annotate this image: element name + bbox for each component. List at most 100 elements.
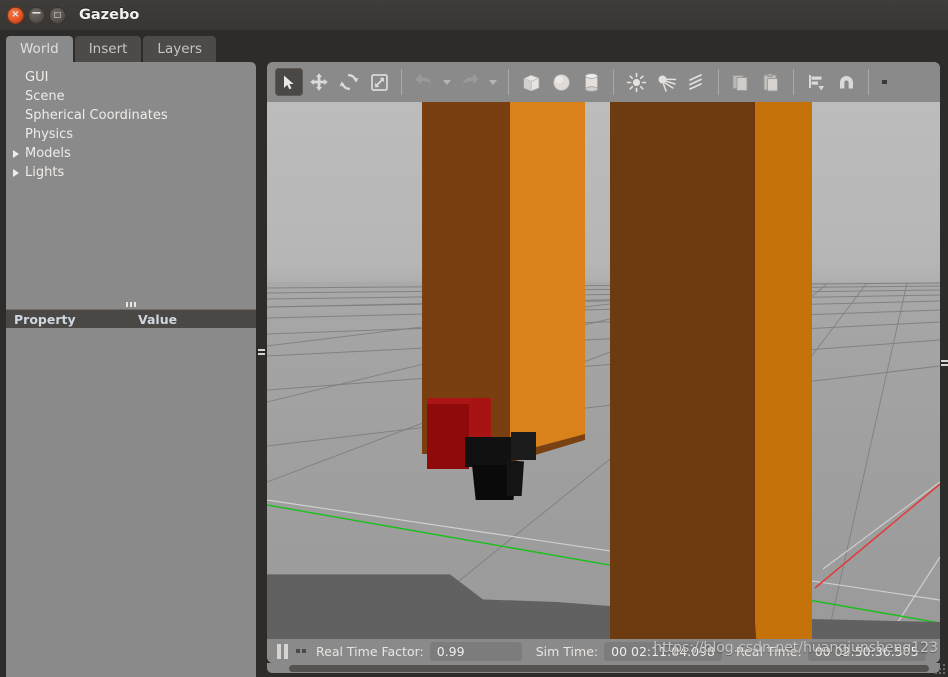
gripper-upper-front[interactable]: [465, 437, 511, 467]
step-button[interactable]: [296, 649, 306, 653]
align-icon: [808, 74, 824, 90]
grip-dot: [134, 302, 136, 307]
expand-arrow-icon[interactable]: [11, 167, 23, 179]
paste-button[interactable]: [757, 68, 785, 96]
tree-item-gui[interactable]: GUI: [6, 68, 256, 87]
3d-viewport[interactable]: [267, 102, 940, 639]
gazebo-window: × − □ Gazebo World Insert Layers GUI Sce…: [0, 0, 948, 677]
real-time-factor-label: Real Time Factor:: [316, 643, 424, 659]
tree-item-label: GUI: [25, 70, 49, 85]
select-mode-button[interactable]: [275, 68, 303, 96]
tree-item-lights[interactable]: Lights: [6, 163, 256, 182]
insert-cylinder-button[interactable]: [577, 68, 605, 96]
scale-icon: [370, 73, 388, 91]
expand-arrow-icon: [11, 129, 23, 141]
status-scroll-thumb[interactable]: [289, 665, 929, 672]
expand-arrow-icon: [11, 91, 23, 103]
real-time-value: 00 02:50:36.505: [807, 641, 926, 661]
pause-icon: [284, 643, 288, 659]
insert-directional-light-button[interactable]: [682, 68, 710, 96]
arrow-cursor-icon: [283, 75, 294, 89]
tree-item-models[interactable]: Models: [6, 144, 256, 163]
property-table-body[interactable]: [6, 328, 256, 677]
chevron-down-icon: [443, 79, 451, 85]
value-column-header[interactable]: Value: [138, 312, 177, 327]
grip-dot: [130, 302, 132, 307]
red-box-front-face[interactable]: [427, 404, 469, 469]
cylinder-icon: [584, 72, 598, 92]
background-column-front-face[interactable]: [610, 102, 755, 639]
gripper-upper-side[interactable]: [511, 432, 536, 460]
tree-item-label: Physics: [25, 127, 74, 142]
pause-button[interactable]: [277, 643, 288, 659]
tree-item-label: Lights: [25, 165, 65, 180]
close-icon: ×: [11, 9, 20, 20]
close-window-button[interactable]: ×: [7, 6, 24, 24]
toolbar-separator: [793, 69, 794, 95]
simulation-status-bar: Real Time Factor: 0.99 Sim Time: 00 02:1…: [267, 639, 940, 663]
window-titlebar: × − □ Gazebo: [0, 0, 948, 30]
toolbar-separator: [401, 69, 402, 95]
sim-time-value: 00 02:11:04.098: [604, 641, 722, 661]
snap-button[interactable]: [832, 68, 860, 96]
undo-dropdown-button[interactable]: [440, 68, 454, 96]
rotate-mode-button[interactable]: [335, 68, 363, 96]
expand-arrow-icon: [11, 110, 23, 122]
point-light-icon: [626, 72, 646, 92]
window-controls: × − □: [0, 6, 66, 24]
align-button[interactable]: [802, 68, 830, 96]
scale-mode-button[interactable]: [365, 68, 393, 96]
maximize-window-button[interactable]: □: [49, 6, 66, 24]
toolbar-overflow-button[interactable]: [877, 80, 891, 84]
expand-arrow-icon[interactable]: [11, 148, 23, 160]
redo-arrow-icon: [463, 73, 479, 85]
chevron-down-icon: [489, 79, 497, 85]
expand-arrow-icon: [11, 72, 23, 84]
redo-dropdown-button[interactable]: [486, 68, 500, 96]
window-title: Gazebo: [79, 7, 140, 23]
splitter-grip-icon: [940, 359, 948, 366]
insert-point-light-button[interactable]: [622, 68, 650, 96]
tab-layers[interactable]: Layers: [143, 36, 217, 62]
copy-button[interactable]: [727, 68, 755, 96]
world-panel: World Insert Layers GUI Scene Spherical …: [6, 35, 256, 677]
maximize-icon: □: [53, 10, 62, 19]
status-scroll-track[interactable]: [267, 663, 940, 673]
magnet-icon: [839, 75, 853, 88]
translate-mode-button[interactable]: [305, 68, 333, 96]
tab-layers-label: Layers: [157, 41, 203, 57]
background-column-side-face[interactable]: [755, 102, 812, 639]
tab-world[interactable]: World: [6, 36, 73, 62]
insert-sphere-button[interactable]: [547, 68, 575, 96]
main-vertical-splitter[interactable]: [256, 35, 267, 668]
tree-item-label: Scene: [25, 89, 65, 104]
gripper-lower-side[interactable]: [507, 460, 524, 496]
axis-x-red-line: [814, 483, 940, 589]
toolbar-separator: [613, 69, 614, 95]
redo-button[interactable]: [456, 68, 484, 96]
tab-insert[interactable]: Insert: [74, 36, 142, 62]
right-splitter[interactable]: [940, 62, 948, 663]
minimize-icon: −: [31, 6, 42, 21]
render-panel: Real Time Factor: 0.99 Sim Time: 00 02:1…: [267, 62, 940, 663]
tree-item-label: Spherical Coordinates: [25, 108, 168, 123]
render-toolbar: [267, 62, 940, 102]
box-icon: [523, 74, 539, 91]
step-icon: [302, 649, 306, 653]
tree-item-spherical-coordinates[interactable]: Spherical Coordinates: [6, 106, 256, 125]
insert-spot-light-button[interactable]: [652, 68, 680, 96]
spot-light-icon: [658, 75, 676, 92]
rotate-icon: [339, 74, 359, 90]
world-tree[interactable]: GUI Scene Spherical Coordinates Physics …: [6, 62, 256, 300]
insert-box-button[interactable]: [517, 68, 545, 96]
undo-button[interactable]: [410, 68, 438, 96]
foreground-column-side-face[interactable]: [510, 102, 585, 439]
panel-horizontal-splitter[interactable]: [6, 300, 256, 309]
window-resize-grip[interactable]: [935, 664, 945, 674]
minimize-window-button[interactable]: −: [28, 6, 45, 24]
tree-item-scene[interactable]: Scene: [6, 87, 256, 106]
tree-item-physics[interactable]: Physics: [6, 125, 256, 144]
toolbar-separator: [868, 69, 869, 95]
panel-tabbar: World Insert Layers: [6, 35, 256, 62]
property-column-header[interactable]: Property: [6, 312, 138, 327]
